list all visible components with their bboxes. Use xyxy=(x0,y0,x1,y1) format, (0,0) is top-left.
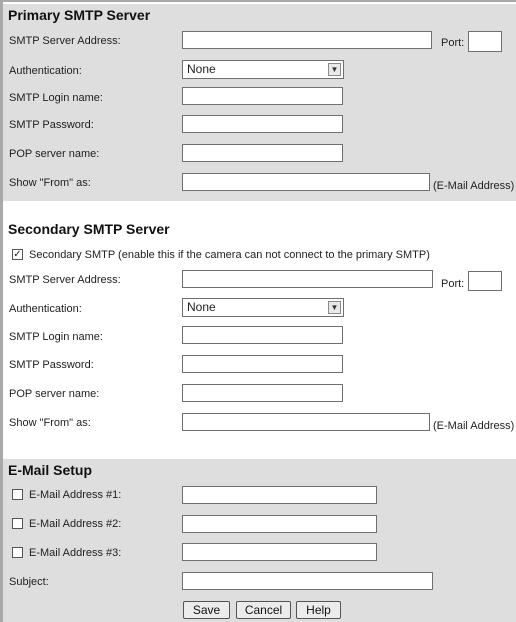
secondary-enable-checkbox[interactable]: ✓ xyxy=(12,249,23,260)
primary-server-address-label: SMTP Server Address: xyxy=(9,35,121,47)
secondary-from-label: Show "From" as: xyxy=(9,417,91,429)
top-frame-border xyxy=(0,0,516,2)
help-button[interactable]: Help xyxy=(296,601,341,619)
primary-auth-select[interactable]: None ▼ xyxy=(182,60,344,79)
primary-auth-value: None xyxy=(187,62,216,76)
primary-login-label: SMTP Login name: xyxy=(9,92,103,104)
email-section-title: E-Mail Setup xyxy=(3,459,516,481)
secondary-enable-label: Secondary SMTP (enable this if the camer… xyxy=(29,249,430,261)
primary-password-input[interactable] xyxy=(182,115,343,133)
save-button[interactable]: Save xyxy=(183,601,230,619)
secondary-auth-select[interactable]: None ▼ xyxy=(182,298,344,317)
primary-port-input[interactable] xyxy=(468,31,502,52)
cancel-button[interactable]: Cancel xyxy=(236,601,291,619)
email-address2-input[interactable] xyxy=(182,515,377,533)
secondary-port-label: Port: xyxy=(441,278,465,290)
secondary-pop-label: POP server name: xyxy=(9,388,100,400)
secondary-pop-input[interactable] xyxy=(182,384,343,402)
secondary-auth-value: None xyxy=(187,300,216,314)
email-address1-label: E-Mail Address #1: xyxy=(29,489,122,501)
primary-from-label: Show "From" as: xyxy=(9,177,91,189)
secondary-section-title: Secondary SMTP Server xyxy=(3,218,516,240)
primary-login-input[interactable] xyxy=(182,87,343,105)
primary-password-label: SMTP Password: xyxy=(9,119,94,131)
email-address1-input[interactable] xyxy=(182,486,377,504)
secondary-server-address-input[interactable] xyxy=(182,270,433,288)
primary-pop-input[interactable] xyxy=(182,144,343,162)
secondary-login-label: SMTP Login name: xyxy=(9,331,103,343)
email-subject-input[interactable] xyxy=(182,572,433,590)
email-address2-checkbox[interactable] xyxy=(12,518,23,529)
email-subject-label: Subject: xyxy=(9,576,49,588)
primary-server-address-input[interactable] xyxy=(182,31,432,49)
primary-port-label: Port: xyxy=(441,37,465,49)
secondary-auth-label: Authentication: xyxy=(9,303,82,315)
secondary-from-input[interactable] xyxy=(182,413,430,431)
secondary-from-hint: (E-Mail Address) xyxy=(433,420,515,432)
primary-pop-label: POP server name: xyxy=(9,148,100,160)
secondary-server-address-label: SMTP Server Address: xyxy=(9,274,121,286)
secondary-password-label: SMTP Password: xyxy=(9,359,94,371)
primary-from-hint: (E-Mail Address) xyxy=(433,180,515,192)
email-address2-label: E-Mail Address #2: xyxy=(29,518,122,530)
chevron-down-icon[interactable]: ▼ xyxy=(328,63,341,76)
secondary-login-input[interactable] xyxy=(182,326,343,344)
chevron-down-icon[interactable]: ▼ xyxy=(328,301,341,314)
primary-from-input[interactable] xyxy=(182,173,430,191)
email-address1-checkbox[interactable] xyxy=(12,489,23,500)
email-address3-label: E-Mail Address #3: xyxy=(29,547,122,559)
secondary-port-input[interactable] xyxy=(468,271,502,291)
primary-auth-label: Authentication: xyxy=(9,65,82,77)
email-address3-checkbox[interactable] xyxy=(12,547,23,558)
primary-section-title: Primary SMTP Server xyxy=(3,4,516,26)
email-address3-input[interactable] xyxy=(182,543,377,561)
secondary-password-input[interactable] xyxy=(182,355,343,373)
